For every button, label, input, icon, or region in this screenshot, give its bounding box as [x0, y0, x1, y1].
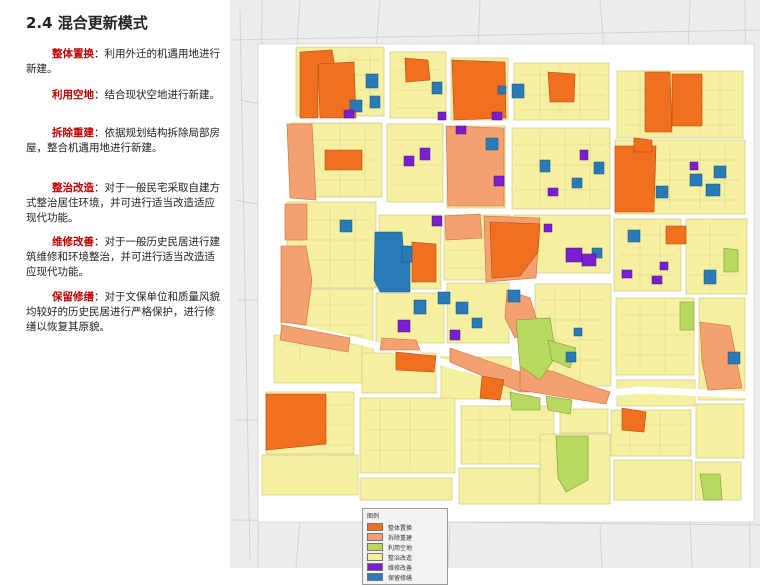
legend-title: 图例	[367, 513, 380, 520]
map-legend: 图例 整体置换 拆除重建 利用空地 整治改造 维修改善 保留修缮	[362, 508, 448, 585]
desc-term-4: 整治改造	[52, 182, 94, 194]
desc-block-4: 整治改造：对于一般民宅采取自建方式整治居住环境，并可进行适当改造适应现代功能。	[26, 181, 224, 226]
page-title: 2.4 混合更新模式	[26, 14, 148, 32]
legend-swatch-rebuild	[367, 533, 383, 541]
legend-swatch-vacant-land	[367, 543, 383, 551]
legend-swatch-replacement	[367, 523, 383, 531]
renewal-map[interactable]	[230, 0, 760, 568]
desc-term-6: 保留修缮	[52, 291, 94, 303]
desc-term-1: 整体置换	[52, 48, 94, 60]
legend-item: 维修改善	[367, 562, 443, 572]
desc-term-2: 利用空地	[52, 89, 94, 101]
legend-item: 整体置换	[367, 522, 443, 532]
legend-swatch-renovation	[367, 553, 383, 561]
desc-term-5: 维修改善	[52, 236, 94, 248]
desc-block-5: 维修改善：对于一般历史民居进行建筑维修和环境整治，并可进行适当改造适应现代功能。	[26, 235, 224, 280]
legend-item: 整治改造	[367, 552, 443, 562]
desc-term-3: 拆除重建	[52, 127, 94, 139]
legend-swatch-preservation	[367, 573, 383, 581]
legend-item: 利用空地	[367, 542, 443, 552]
legend-label: 维修改善	[388, 564, 413, 572]
desc-block-6: 保留修缮：对于文保单位和质量风貌均较好的历史民居进行严格保护，进行修缮以恢复其原…	[26, 290, 224, 335]
legend-swatch-repair	[367, 563, 383, 571]
legend-label: 保留修缮	[388, 574, 413, 582]
legend-label: 拆除重建	[388, 534, 413, 542]
desc-block-2: 利用空地：结合现状空地进行新建。	[26, 88, 224, 103]
legend-item: 保留修缮	[367, 572, 443, 582]
legend-item: 拆除重建	[367, 532, 443, 542]
legend-label: 利用空地	[388, 544, 413, 552]
desc-block-1: 整体置换：利用外迁的机遇用地进行新建。	[26, 47, 224, 77]
desc-block-3: 拆除重建：依据规划结构拆除局部房屋，整合机遇用地进行新建。	[26, 126, 224, 156]
desc-text-2: ：结合现状空地进行新建。	[94, 89, 220, 101]
legend-label: 整体置换	[388, 524, 413, 532]
legend-label: 整治改造	[388, 554, 413, 562]
